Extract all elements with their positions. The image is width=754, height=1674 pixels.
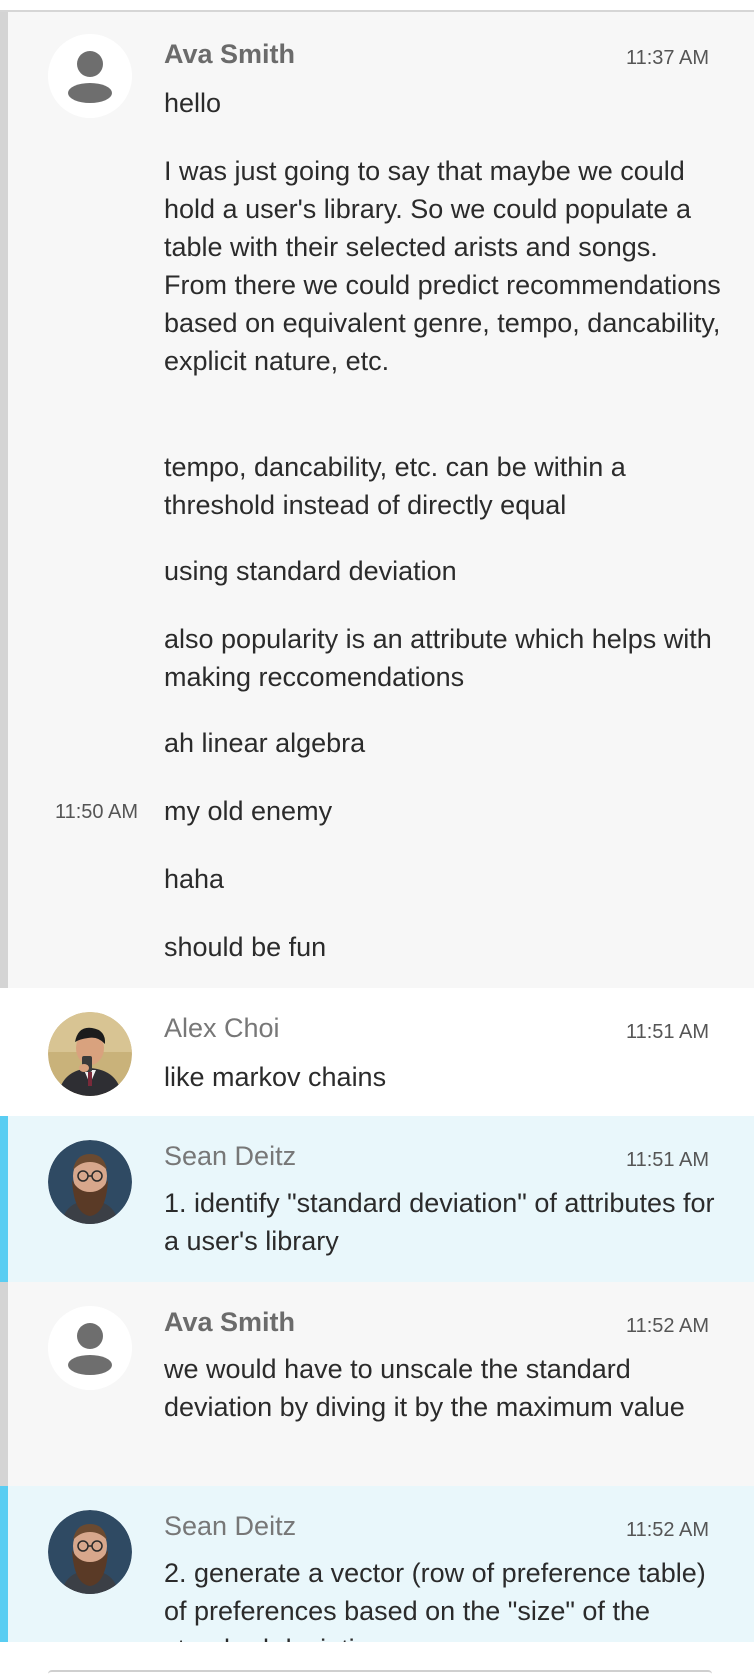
message-text: also popularity is an attribute which he… [164,624,712,692]
hover-timestamp: 11:50 AM [54,801,138,823]
message-text: I was just going to say that maybe we co… [164,156,721,376]
message-group: Ava Smith 11:37 AM hello I was just goin… [0,12,754,988]
message-text: hello [164,88,222,118]
sender-name[interactable]: Ava Smith [164,1306,295,1338]
user-photo-avatar[interactable] [48,1140,132,1224]
message-group: Sean Deitz 11:52 AM 2. generate a vector… [0,1486,754,1642]
message-input-edge[interactable] [48,1670,712,1674]
sender-name[interactable]: Sean Deitz [164,1140,296,1172]
message-timestamp: 11:52 AM [625,1315,709,1337]
sender-name[interactable]: Sean Deitz [164,1510,296,1542]
message-text: 2. generate a vector (row of preference … [164,1558,706,1642]
message-timestamp: 11:51 AM [625,1021,709,1043]
message-group: Sean Deitz 11:51 AM 1. identify "standar… [0,1116,754,1282]
message-text: my old enemy [164,796,333,826]
default-avatar-icon[interactable] [48,1306,132,1390]
message-feed[interactable]: Ava Smith 11:37 AM hello I was just goin… [0,12,754,1642]
user-photo-avatar[interactable] [48,1012,132,1096]
top-divider [0,0,754,12]
message-timestamp: 11:51 AM [625,1149,709,1171]
sender-name[interactable]: Ava Smith [164,38,295,70]
user-photo-avatar[interactable] [48,1510,132,1594]
message-text: using standard deviation [164,556,457,586]
message-text: tempo, dancability, etc. can be within a… [164,452,626,520]
default-avatar-icon[interactable] [48,34,132,118]
message-text: 1. identify "standard deviation" of attr… [164,1188,715,1256]
message-timestamp: 11:52 AM [625,1519,709,1541]
message-timestamp: 11:37 AM [625,47,709,69]
sender-name[interactable]: Alex Choi [164,1012,280,1044]
message-text: ah linear algebra [164,728,366,758]
message-text: like markov chains [164,1062,387,1092]
message-text: haha [164,864,225,894]
message-group: Ava Smith 11:52 AM we would have to unsc… [0,1282,754,1486]
message-text: should be fun [164,932,327,962]
message-text: we would have to unscale the standard de… [164,1354,685,1422]
composer-area [0,1642,754,1672]
message-group: Alex Choi 11:51 AM like markov chains [0,988,754,1116]
